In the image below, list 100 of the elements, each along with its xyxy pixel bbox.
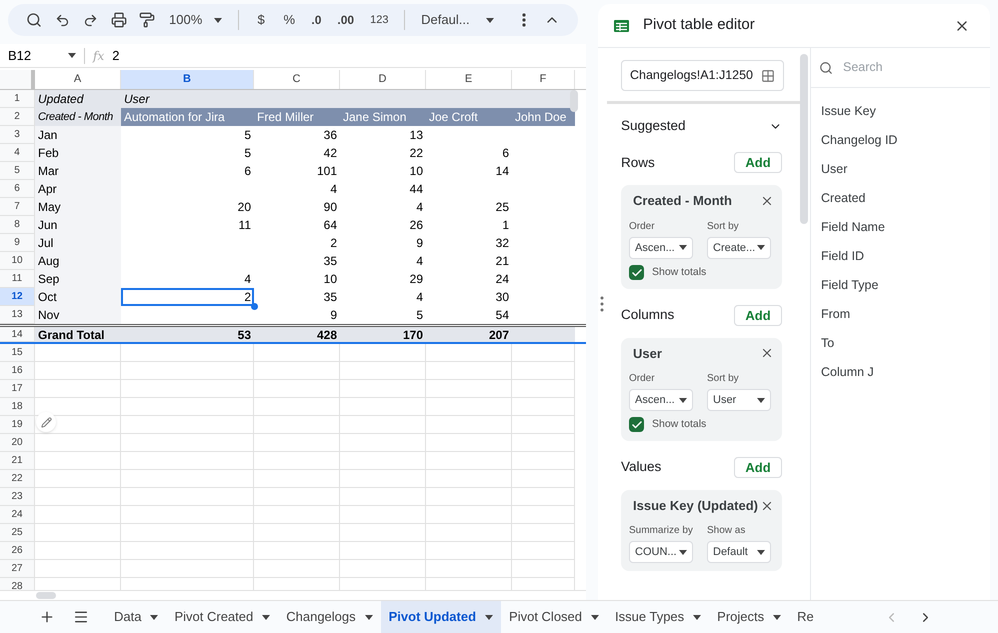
row-number[interactable]: 11 — [0, 270, 35, 288]
row-number[interactable]: 23 — [0, 488, 35, 506]
field-item[interactable]: Field ID — [811, 242, 990, 271]
field-item[interactable]: Issue Key — [811, 97, 990, 126]
row-number[interactable]: 12 — [0, 288, 35, 306]
table-cell: Joe Croft — [426, 108, 512, 126]
sheet-tab[interactable]: Data — [106, 601, 166, 633]
dropdown[interactable]: User — [707, 389, 771, 411]
table-cell: Automation for Jira — [121, 108, 254, 126]
table-cell: Grand Total — [35, 327, 121, 342]
sheet-tab[interactable]: Pivot Created — [166, 601, 278, 633]
dropdown-label: Sort by — [707, 220, 740, 234]
row-number[interactable]: 15 — [0, 344, 35, 362]
row-number[interactable]: 13 — [0, 306, 35, 324]
table-cell: 428 — [254, 327, 340, 342]
column-header[interactable]: B — [121, 70, 254, 89]
section-label: Columns — [621, 306, 674, 324]
suggested-toggle[interactable]: Suggested — [621, 116, 782, 136]
name-box[interactable]: B12 — [0, 44, 84, 67]
percent-button[interactable]: % — [279, 6, 300, 34]
number-format-button[interactable]: 123 — [366, 6, 392, 34]
increase-decimal-button[interactable]: .00 — [333, 6, 358, 34]
sheet-tab[interactable]: Re — [789, 601, 822, 633]
field-item[interactable]: Column J — [811, 358, 990, 387]
table-cell: John Doe — [512, 108, 575, 126]
row-number[interactable]: 20 — [0, 434, 35, 452]
row-number[interactable]: 17 — [0, 380, 35, 398]
decrease-decimal-button[interactable]: .0 — [307, 6, 326, 34]
dropdown-label: Sort by — [707, 372, 740, 386]
dropdown-label: Order — [629, 220, 656, 234]
formula-field[interactable]: 2 — [112, 46, 586, 66]
field-item[interactable]: Changelog ID — [811, 126, 990, 155]
sheet-tab[interactable]: Pivot Closed — [501, 601, 608, 633]
sheet-tab[interactable]: Issue Types — [607, 601, 710, 633]
row-number[interactable]: 14 — [0, 327, 35, 342]
table-cell: User — [121, 90, 254, 108]
table-cell: Fred Miller — [254, 108, 340, 126]
row-number[interactable]: 5 — [0, 162, 35, 180]
section-label: Rows — [621, 154, 655, 172]
table-cell: Apr — [35, 180, 121, 198]
dropdown[interactable]: Default — [707, 541, 771, 564]
row-number[interactable]: 28 — [0, 578, 35, 590]
field-item[interactable]: Field Type — [811, 271, 990, 300]
dropdown[interactable]: Ascen... — [629, 236, 693, 259]
currency-button[interactable]: $ — [250, 6, 272, 34]
column-header[interactable]: F — [512, 70, 575, 89]
card-title: User — [633, 344, 662, 362]
field-item[interactable]: From — [811, 300, 990, 329]
table-cell: Jul — [35, 234, 121, 252]
sheet-tab[interactable]: Changelogs — [278, 601, 381, 633]
section-label: Values — [621, 458, 662, 476]
column-header[interactable]: E — [426, 70, 512, 89]
row-number[interactable]: 4 — [0, 144, 35, 162]
table-cell: Feb — [35, 144, 121, 162]
search-field[interactable]: Search — [843, 58, 973, 77]
field-item[interactable]: Field Name — [811, 213, 990, 242]
table-cell: Created - Month — [35, 108, 121, 126]
add-button[interactable]: Add — [734, 456, 782, 478]
row-number[interactable]: 7 — [0, 198, 35, 216]
dropdown-label: Summarize by — [629, 524, 693, 538]
dropdown[interactable]: Ascen... — [629, 389, 693, 411]
row-number[interactable]: 9 — [0, 234, 35, 252]
card-title: Created - Month — [633, 192, 732, 210]
dropdown[interactable]: COUN... — [629, 541, 693, 564]
sheet-tab[interactable]: Projects — [709, 601, 790, 633]
row-number[interactable]: 1 — [0, 90, 35, 108]
row-number[interactable]: 21 — [0, 452, 35, 470]
row-number[interactable]: 8 — [0, 216, 35, 234]
add-button[interactable]: Add — [734, 304, 782, 326]
dropdown[interactable]: Create... — [707, 236, 771, 259]
field-item[interactable]: User — [811, 155, 990, 184]
row-number[interactable]: 6 — [0, 180, 35, 198]
row-number[interactable]: 16 — [0, 362, 35, 380]
row-number[interactable]: 25 — [0, 524, 35, 542]
row-number[interactable]: 24 — [0, 506, 35, 524]
panel-title: Pivot table editor — [643, 15, 755, 36]
fx-label: fx — [91, 48, 106, 64]
table-cell: Aug — [35, 252, 121, 270]
field-item[interactable]: To — [811, 329, 990, 358]
row-number[interactable]: 19 — [0, 416, 35, 434]
row-number[interactable]: 18 — [0, 398, 35, 416]
column-header[interactable]: D — [340, 70, 426, 89]
field-item[interactable]: Created — [811, 184, 990, 213]
checkbox-label: Show totals — [652, 264, 706, 280]
row-number[interactable]: 22 — [0, 470, 35, 488]
table-cell: Jan — [35, 126, 121, 144]
add-button[interactable]: Add — [734, 152, 782, 174]
checkbox-label: Show totals — [652, 417, 706, 432]
table-cell: Oct — [35, 288, 121, 306]
row-number[interactable]: 10 — [0, 252, 35, 270]
row-number[interactable]: 3 — [0, 126, 35, 144]
row-number[interactable]: 2 — [0, 108, 35, 126]
row-number[interactable]: 26 — [0, 542, 35, 560]
row-number[interactable]: 27 — [0, 560, 35, 578]
column-header[interactable]: C — [254, 70, 340, 89]
sheet-tab[interactable]: Pivot Updated — [380, 601, 502, 633]
zoom-dropdown[interactable]: 100% — [165, 6, 226, 34]
font-dropdown[interactable]: Defaul... — [417, 6, 498, 34]
card-title: Issue Key (Updated) — [633, 496, 758, 515]
table-cell: Jane Simon — [340, 108, 426, 126]
